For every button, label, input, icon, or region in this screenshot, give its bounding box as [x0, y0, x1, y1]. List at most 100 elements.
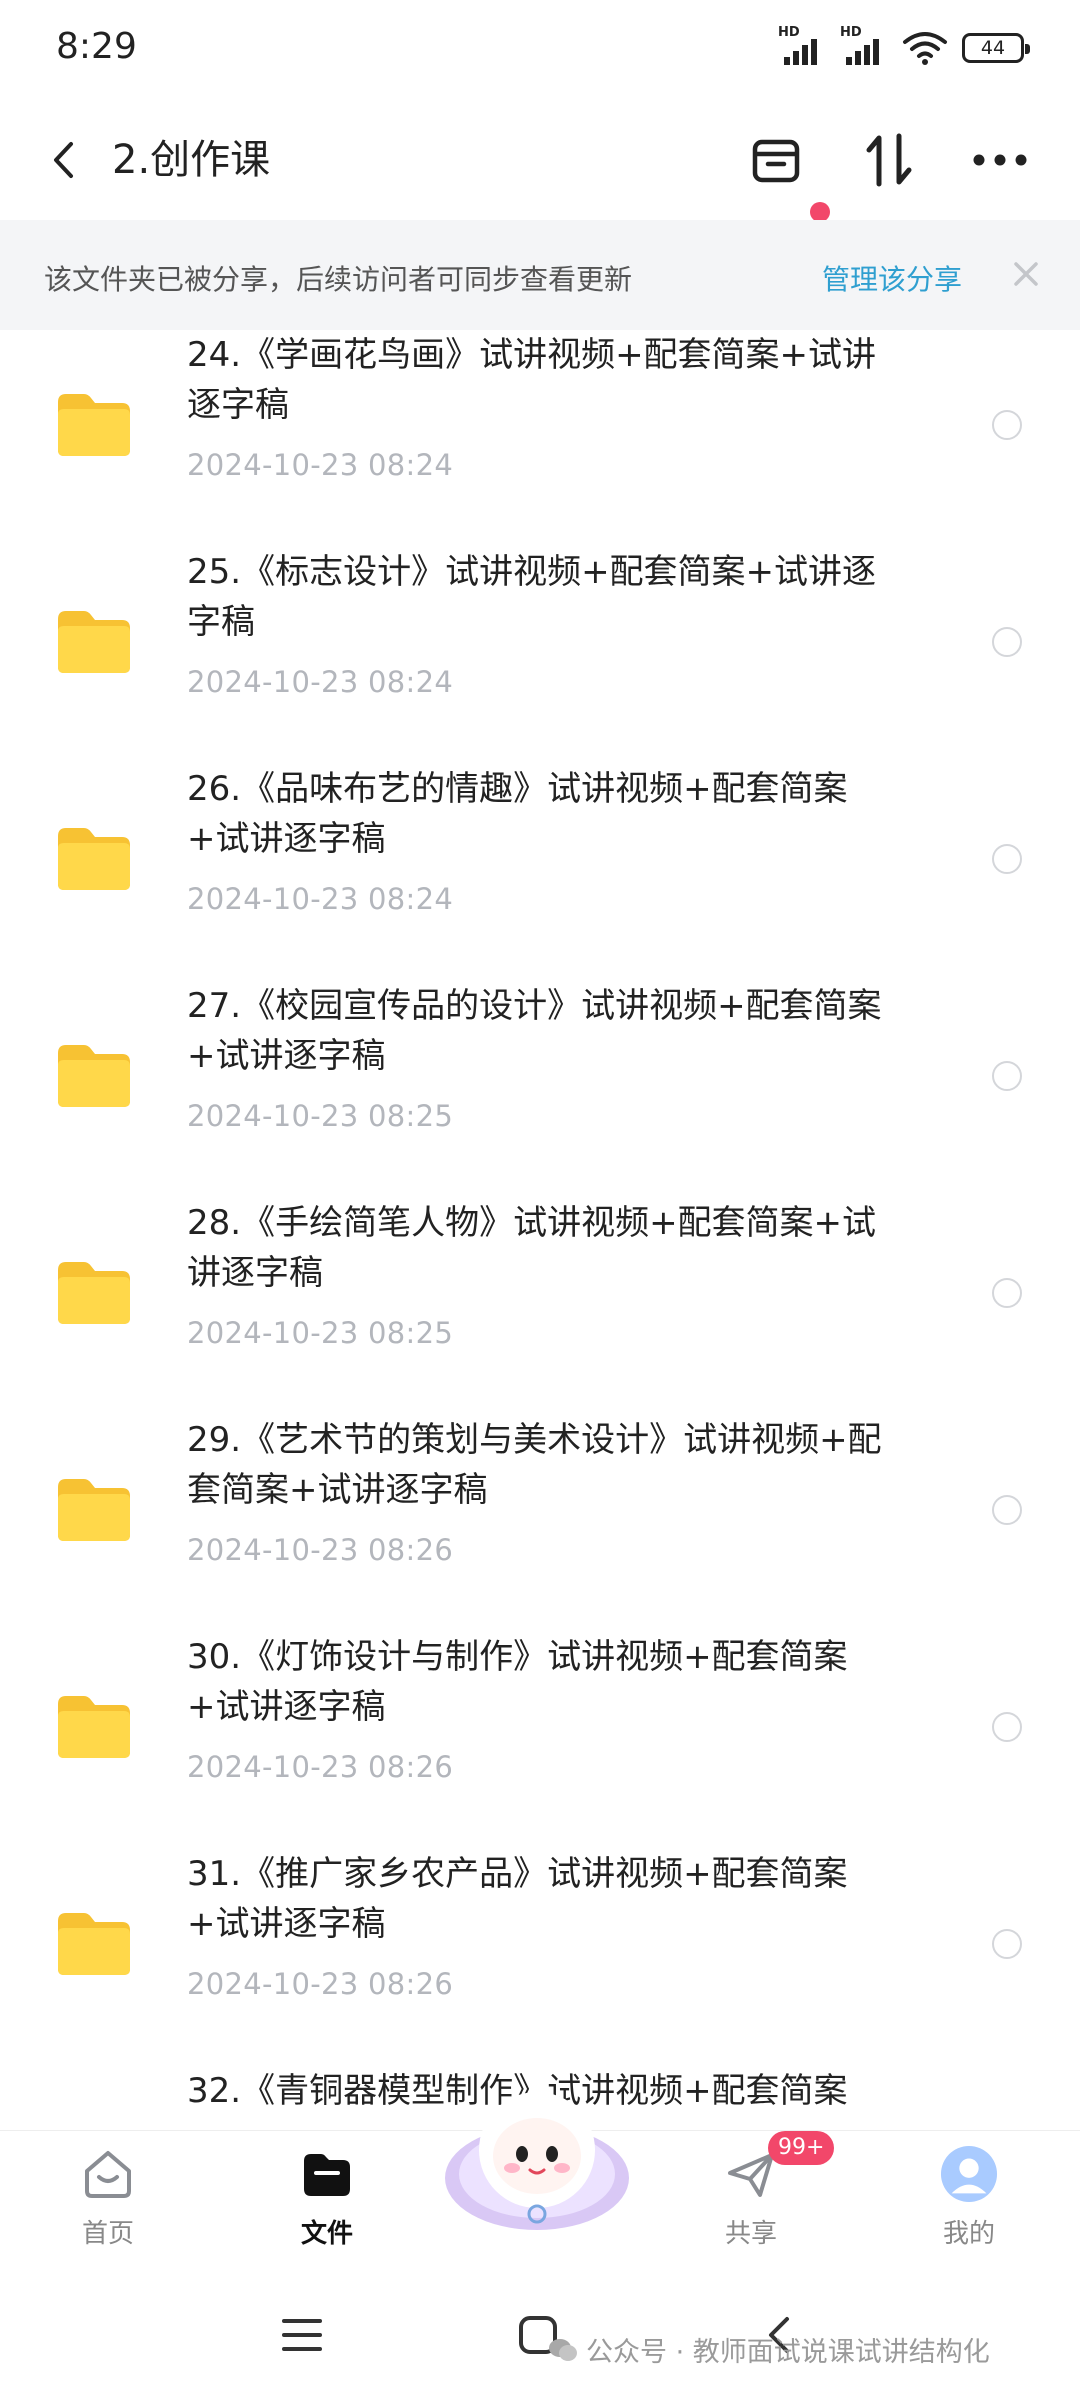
file-name: 27.《校园宣传品的设计》试讲视频+配套简案 +试讲逐字稿 — [187, 981, 957, 1081]
file-name-line-1: 31.《推广家乡农产品》试讲视频+配套简案 — [187, 1854, 848, 1894]
select-radio[interactable] — [992, 1061, 1022, 1091]
select-radio[interactable] — [992, 410, 1022, 440]
file-list: 24.《学画花鸟画》试讲视频+配套简案+试讲 逐字稿 2024-10-23 08… — [0, 330, 1080, 2130]
signal-icon: HD — [778, 25, 826, 65]
select-radio[interactable] — [992, 844, 1022, 874]
hd-label-2: HD — [840, 25, 862, 40]
share-badge: 99+ — [768, 2131, 835, 2165]
avatar-icon — [940, 2145, 998, 2203]
transfer-list-button[interactable] — [744, 128, 808, 192]
status-icons: HD HD 44 — [778, 25, 1030, 66]
file-row[interactable]: 27.《校园宣传品的设计》试讲视频+配套简案 +试讲逐字稿 2024-10-23… — [0, 981, 1080, 1198]
battery-icon: 44 — [962, 33, 1030, 63]
select-radio[interactable] — [992, 1929, 1022, 1959]
tab-files[interactable]: 文件 — [257, 2145, 397, 2260]
file-name: 30.《灯饰设计与制作》试讲视频+配套简案 +试讲逐字稿 — [187, 1632, 957, 1732]
select-radio[interactable] — [992, 1495, 1022, 1525]
tab-home-label: 首页 — [81, 2219, 134, 2249]
file-name: 31.《推广家乡农产品》试讲视频+配套简案 +试讲逐字稿 — [187, 1849, 957, 1949]
file-name: 29.《艺术节的策划与美术设计》试讲视频+配 套简案+试讲逐字稿 — [187, 1415, 957, 1515]
file-name-line-2: +试讲逐字稿 — [187, 1687, 386, 1727]
signal-icon-2: HD — [840, 25, 888, 65]
page-title: 2.创作课 — [112, 137, 271, 183]
wechat-icon — [549, 2338, 577, 2361]
select-radio[interactable] — [992, 1712, 1022, 1742]
file-name-line-2: 套简案+试讲逐字稿 — [187, 1470, 488, 1510]
back-icon — [54, 142, 73, 178]
file-row[interactable]: 25.《标志设计》试讲视频+配套简案+试讲逐 字稿 2024-10-23 08:… — [0, 547, 1080, 764]
file-name: 24.《学画花鸟画》试讲视频+配套简案+试讲 逐字稿 — [187, 330, 957, 430]
watermark-text: 公众号 · 教师面试说课试讲结构化 — [586, 2337, 990, 2368]
sort-button[interactable] — [857, 128, 921, 192]
file-date: 2024-10-23 08:25 — [187, 1316, 454, 1350]
file-name-line-2: 讲逐字稿 — [187, 1253, 323, 1293]
share-banner: 该文件夹已被分享，后续访问者可同步查看更新 管理该分享 — [0, 220, 1080, 330]
file-name-line-2: +试讲逐字稿 — [187, 819, 386, 859]
folder-icon — [58, 394, 130, 456]
notification-dot — [810, 202, 830, 222]
files-icon — [304, 2154, 350, 2196]
tab-share-label: 共享 — [724, 2219, 777, 2249]
tab-home[interactable]: 首页 — [38, 2145, 178, 2260]
file-name-line-1: 29.《艺术节的策划与美术设计》试讲视频+配 — [187, 1420, 882, 1460]
file-name-line-1: 28.《手绘简笔人物》试讲视频+配套简案+试 — [187, 1203, 877, 1243]
back-button[interactable] — [38, 130, 88, 190]
folder-icon — [58, 1479, 130, 1541]
file-name-line-1: 26.《品味布艺的情趣》试讲视频+配套简案 — [187, 769, 848, 809]
folder-icon — [58, 1262, 130, 1324]
file-date: 2024-10-23 08:25 — [187, 1099, 454, 1133]
folder-icon — [58, 611, 130, 673]
menu-icon — [282, 2319, 322, 2351]
assistant-mascot-icon[interactable] — [442, 2086, 632, 2236]
file-date: 2024-10-23 08:24 — [187, 665, 454, 699]
file-date: 2024-10-23 08:26 — [187, 1533, 454, 1567]
more-button[interactable] — [968, 128, 1032, 192]
status-time: 8:29 — [56, 26, 137, 67]
file-name-line-2: +试讲逐字稿 — [187, 1904, 386, 1944]
banner-close-button[interactable] — [1004, 252, 1048, 296]
inbox-icon — [752, 139, 800, 183]
tab-mine-label: 我的 — [942, 2219, 995, 2249]
header: 2.创作课 — [0, 100, 1080, 222]
file-row[interactable]: 29.《艺术节的策划与美术设计》试讲视频+配 套简案+试讲逐字稿 2024-10… — [0, 1415, 1080, 1632]
file-date: 2024-10-23 08:26 — [187, 1967, 454, 2001]
folder-icon — [58, 1045, 130, 1107]
file-row[interactable]: 30.《灯饰设计与制作》试讲视频+配套简案 +试讲逐字稿 2024-10-23 … — [0, 1632, 1080, 1849]
tab-mine[interactable]: 我的 — [899, 2145, 1039, 2260]
file-name-line-2: 逐字稿 — [187, 385, 289, 425]
folder-icon — [58, 1913, 130, 1975]
file-name-line-1: 27.《校园宣传品的设计》试讲视频+配套简案 — [187, 986, 882, 1026]
file-name: 28.《手绘简笔人物》试讲视频+配套简案+试 讲逐字稿 — [187, 1198, 957, 1298]
file-date: 2024-10-23 08:26 — [187, 1750, 454, 1784]
wifi-icon — [903, 32, 947, 65]
close-icon — [1014, 262, 1038, 286]
status-bar: 8:29 HD HD 44 — [0, 0, 1080, 100]
tab-files-label: 文件 — [300, 2219, 353, 2249]
share-banner-text: 该文件夹已被分享，后续访问者可同步查看更新 — [44, 263, 633, 296]
folder-icon — [58, 828, 130, 890]
folder-icon — [58, 1696, 130, 1758]
file-name-line-1: 25.《标志设计》试讲视频+配套简案+试讲逐 — [187, 552, 877, 592]
more-icon — [973, 154, 1027, 166]
file-row[interactable]: 31.《推广家乡农产品》试讲视频+配套简案 +试讲逐字稿 2024-10-23 … — [0, 1849, 1080, 2066]
sort-icon — [866, 133, 912, 187]
file-row[interactable]: 24.《学画花鸟画》试讲视频+配套简案+试讲 逐字稿 2024-10-23 08… — [0, 330, 1080, 547]
file-name-line-2: 字稿 — [187, 602, 255, 642]
nav-recents-button[interactable] — [272, 2305, 332, 2365]
file-name: 26.《品味布艺的情趣》试讲视频+配套简案 +试讲逐字稿 — [187, 764, 957, 864]
battery-level: 44 — [980, 37, 1006, 59]
select-radio[interactable] — [992, 1278, 1022, 1308]
file-name-line-1: 24.《学画花鸟画》试讲视频+配套简案+试讲 — [187, 335, 877, 375]
file-row[interactable]: 26.《品味布艺的情趣》试讲视频+配套简案 +试讲逐字稿 2024-10-23 … — [0, 764, 1080, 981]
home-icon — [85, 2151, 131, 2198]
file-name-line-2: +试讲逐字稿 — [187, 1036, 386, 1076]
file-row[interactable]: 28.《手绘简笔人物》试讲视频+配套简案+试 讲逐字稿 2024-10-23 0… — [0, 1198, 1080, 1415]
manage-share-link[interactable]: 管理该分享 — [822, 258, 962, 298]
select-radio[interactable] — [992, 627, 1022, 657]
file-name: 25.《标志设计》试讲视频+配套简案+试讲逐 字稿 — [187, 547, 957, 647]
file-name-line-1: 30.《灯饰设计与制作》试讲视频+配套简案 — [187, 1637, 848, 1677]
hd-label: HD — [778, 25, 800, 40]
watermark: 公众号 · 教师面试说课试讲结构化 — [548, 2330, 990, 2369]
file-date: 2024-10-23 08:24 — [187, 882, 454, 916]
file-date: 2024-10-23 08:24 — [187, 448, 454, 482]
